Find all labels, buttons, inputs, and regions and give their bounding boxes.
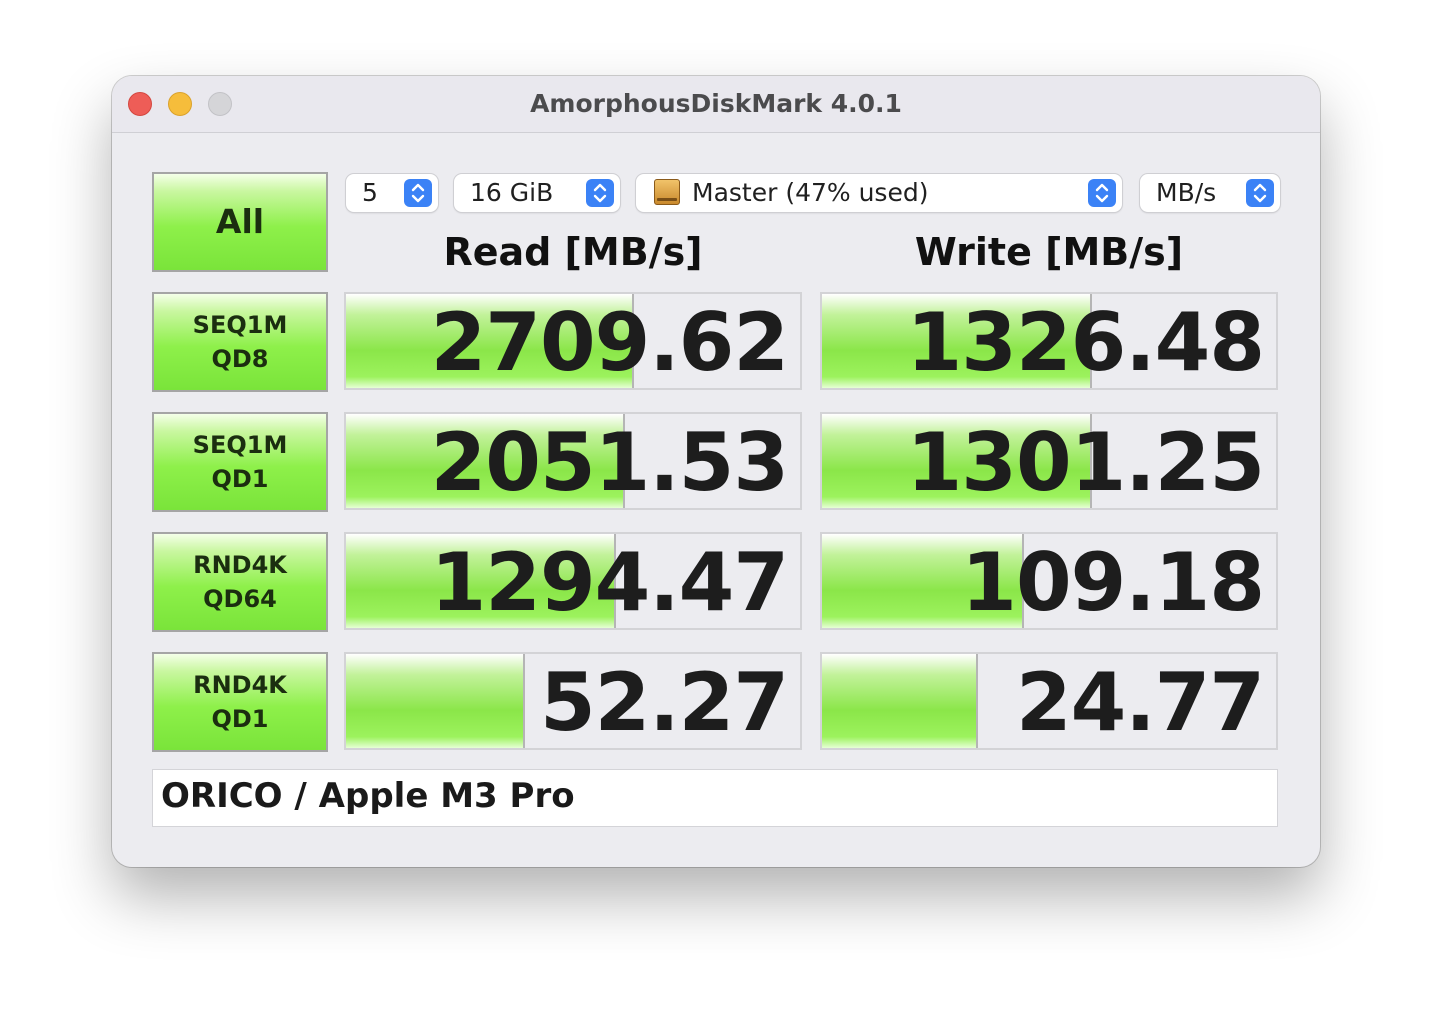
- test-label-line2: QD1: [211, 465, 269, 493]
- test-label-line1: SEQ1M: [192, 431, 288, 459]
- test-label-line2: QD64: [203, 585, 277, 613]
- write-result-cell: 109.18: [820, 532, 1278, 630]
- run-all-label: All: [215, 202, 265, 241]
- read-result-cell: 1294.47: [344, 532, 802, 630]
- read-result-value: 2709.62: [430, 296, 789, 389]
- drive-value: Master (47% used): [692, 178, 929, 207]
- write-header: Write [MB/s]: [914, 230, 1184, 274]
- test-button-rnd4k-qd1[interactable]: RND4K QD1: [152, 652, 328, 752]
- test-count-value: 5: [362, 178, 378, 207]
- write-result-value: 109.18: [961, 536, 1265, 629]
- app-window: AmorphousDiskMark 4.0.1 All 5 16 GiB Mas…: [112, 76, 1320, 867]
- write-result-cell: 1326.48: [820, 292, 1278, 390]
- test-label-line2: QD8: [211, 345, 269, 373]
- read-result-cell: 2051.53: [344, 412, 802, 510]
- test-size-select[interactable]: 16 GiB: [454, 174, 620, 212]
- drive-select[interactable]: Master (47% used): [636, 174, 1122, 212]
- write-result-value: 1326.48: [906, 296, 1265, 389]
- test-button-seq1m-qd8[interactable]: SEQ1M QD8: [152, 292, 328, 392]
- write-result-value: 24.77: [1015, 656, 1265, 749]
- test-label-line1: RND4K: [193, 551, 287, 579]
- read-result-value: 2051.53: [430, 416, 789, 509]
- read-level-bar: [346, 654, 526, 748]
- write-result-cell: 1301.25: [820, 412, 1278, 510]
- test-count-select[interactable]: 5: [346, 174, 438, 212]
- write-result-cell: 24.77: [820, 652, 1278, 750]
- drive-icon: [654, 179, 680, 205]
- read-header: Read [MB/s]: [443, 230, 703, 274]
- test-label-line2: QD1: [211, 705, 269, 733]
- unit-select[interactable]: MB/s: [1140, 174, 1280, 212]
- test-button-seq1m-qd1[interactable]: SEQ1M QD1: [152, 412, 328, 512]
- read-result-cell: 2709.62: [344, 292, 802, 390]
- stepper-icon: [586, 179, 614, 207]
- test-label-line1: RND4K: [193, 671, 287, 699]
- stepper-icon: [404, 179, 432, 207]
- test-label-line1: SEQ1M: [192, 311, 288, 339]
- run-all-button[interactable]: All: [152, 172, 328, 272]
- read-result-cell: 52.27: [344, 652, 802, 750]
- stepper-icon: [1088, 179, 1116, 207]
- read-result-value: 1294.47: [430, 536, 789, 629]
- write-level-bar: [822, 654, 979, 748]
- comment-field[interactable]: ORICO / Apple M3 Pro: [152, 769, 1278, 827]
- write-result-value: 1301.25: [906, 416, 1265, 509]
- title-bar: AmorphousDiskMark 4.0.1: [112, 76, 1320, 133]
- window-title: AmorphousDiskMark 4.0.1: [530, 89, 902, 118]
- test-size-value: 16 GiB: [470, 178, 554, 207]
- test-button-rnd4k-qd64[interactable]: RND4K QD64: [152, 532, 328, 632]
- read-result-value: 52.27: [539, 656, 789, 749]
- stepper-icon: [1246, 179, 1274, 207]
- unit-value: MB/s: [1156, 178, 1217, 207]
